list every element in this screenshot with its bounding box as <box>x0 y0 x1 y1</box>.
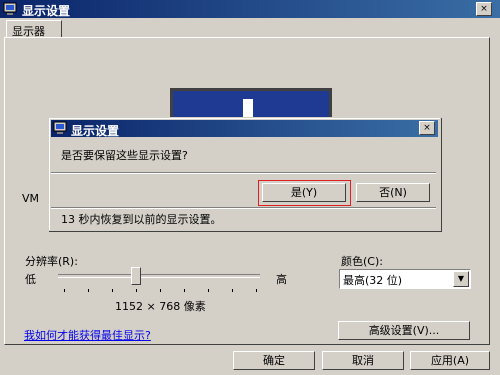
slider-tick <box>160 289 161 292</box>
slider-tick <box>208 289 209 292</box>
dialog-question: 是否要保留这些显示设置? <box>61 149 188 162</box>
dialog-title-bar[interactable]: 显示设置 × <box>51 120 438 138</box>
confirm-dialog: 显示设置 × 是否要保留这些显示设置? 是(Y) 否(N) 13 秒内恢复到以前… <box>48 117 441 231</box>
resolution-label: 分辨率(R): <box>25 255 78 268</box>
slider-tick <box>64 289 65 292</box>
title-bar[interactable]: 显示设置 <box>0 0 500 18</box>
chevron-down-icon[interactable]: ▼ <box>453 271 469 287</box>
resolution-high-label: 高 <box>276 273 287 286</box>
slider-tick <box>112 289 113 292</box>
dialog-divider-top <box>51 172 436 174</box>
window-title: 显示设置 <box>22 4 71 18</box>
slider-tick <box>184 289 185 292</box>
tab-monitor[interactable]: 显示器 <box>6 20 62 38</box>
apply-button[interactable]: 应用(A) <box>410 351 490 370</box>
advanced-settings-button[interactable]: 高级设置(V)... <box>338 321 470 340</box>
resolution-value: 1152 × 768 像素 <box>115 300 206 313</box>
resolution-slider-thumb[interactable] <box>130 267 141 285</box>
cancel-button[interactable]: 取消 <box>322 351 404 370</box>
help-link[interactable]: 我如何才能获得最佳显示? <box>24 327 151 343</box>
display-settings-icon <box>53 121 67 134</box>
dialog-title: 显示设置 <box>71 124 120 138</box>
yes-button[interactable]: 是(Y) <box>262 183 346 202</box>
dialog-countdown: 13 秒内恢复到以前的显示设置。 <box>61 213 222 226</box>
color-label: 颜色(C): <box>341 255 383 268</box>
slider-tick <box>232 289 233 292</box>
dialog-divider-bottom <box>51 207 436 209</box>
color-select[interactable]: 最高(32 位) ▼ <box>339 269 471 289</box>
resolution-slider-track[interactable] <box>58 274 260 278</box>
color-select-value: 最高(32 位) <box>343 274 403 287</box>
display-settings-window: 显示设置 显示器 VM 分辨率(R): 低 高 1152 × 768 像素 颜色… <box>0 0 500 375</box>
window-close-icon[interactable]: × <box>476 2 492 16</box>
slider-tick <box>88 289 89 292</box>
ok-button[interactable]: 确定 <box>233 351 315 370</box>
resolution-low-label: 低 <box>25 273 36 286</box>
slider-tick <box>136 289 137 292</box>
no-button[interactable]: 否(N) <box>356 183 430 202</box>
slider-tick <box>256 289 257 292</box>
monitor-name: VM <box>22 192 40 205</box>
dialog-close-icon[interactable]: × <box>419 121 435 135</box>
display-settings-icon <box>3 2 17 15</box>
